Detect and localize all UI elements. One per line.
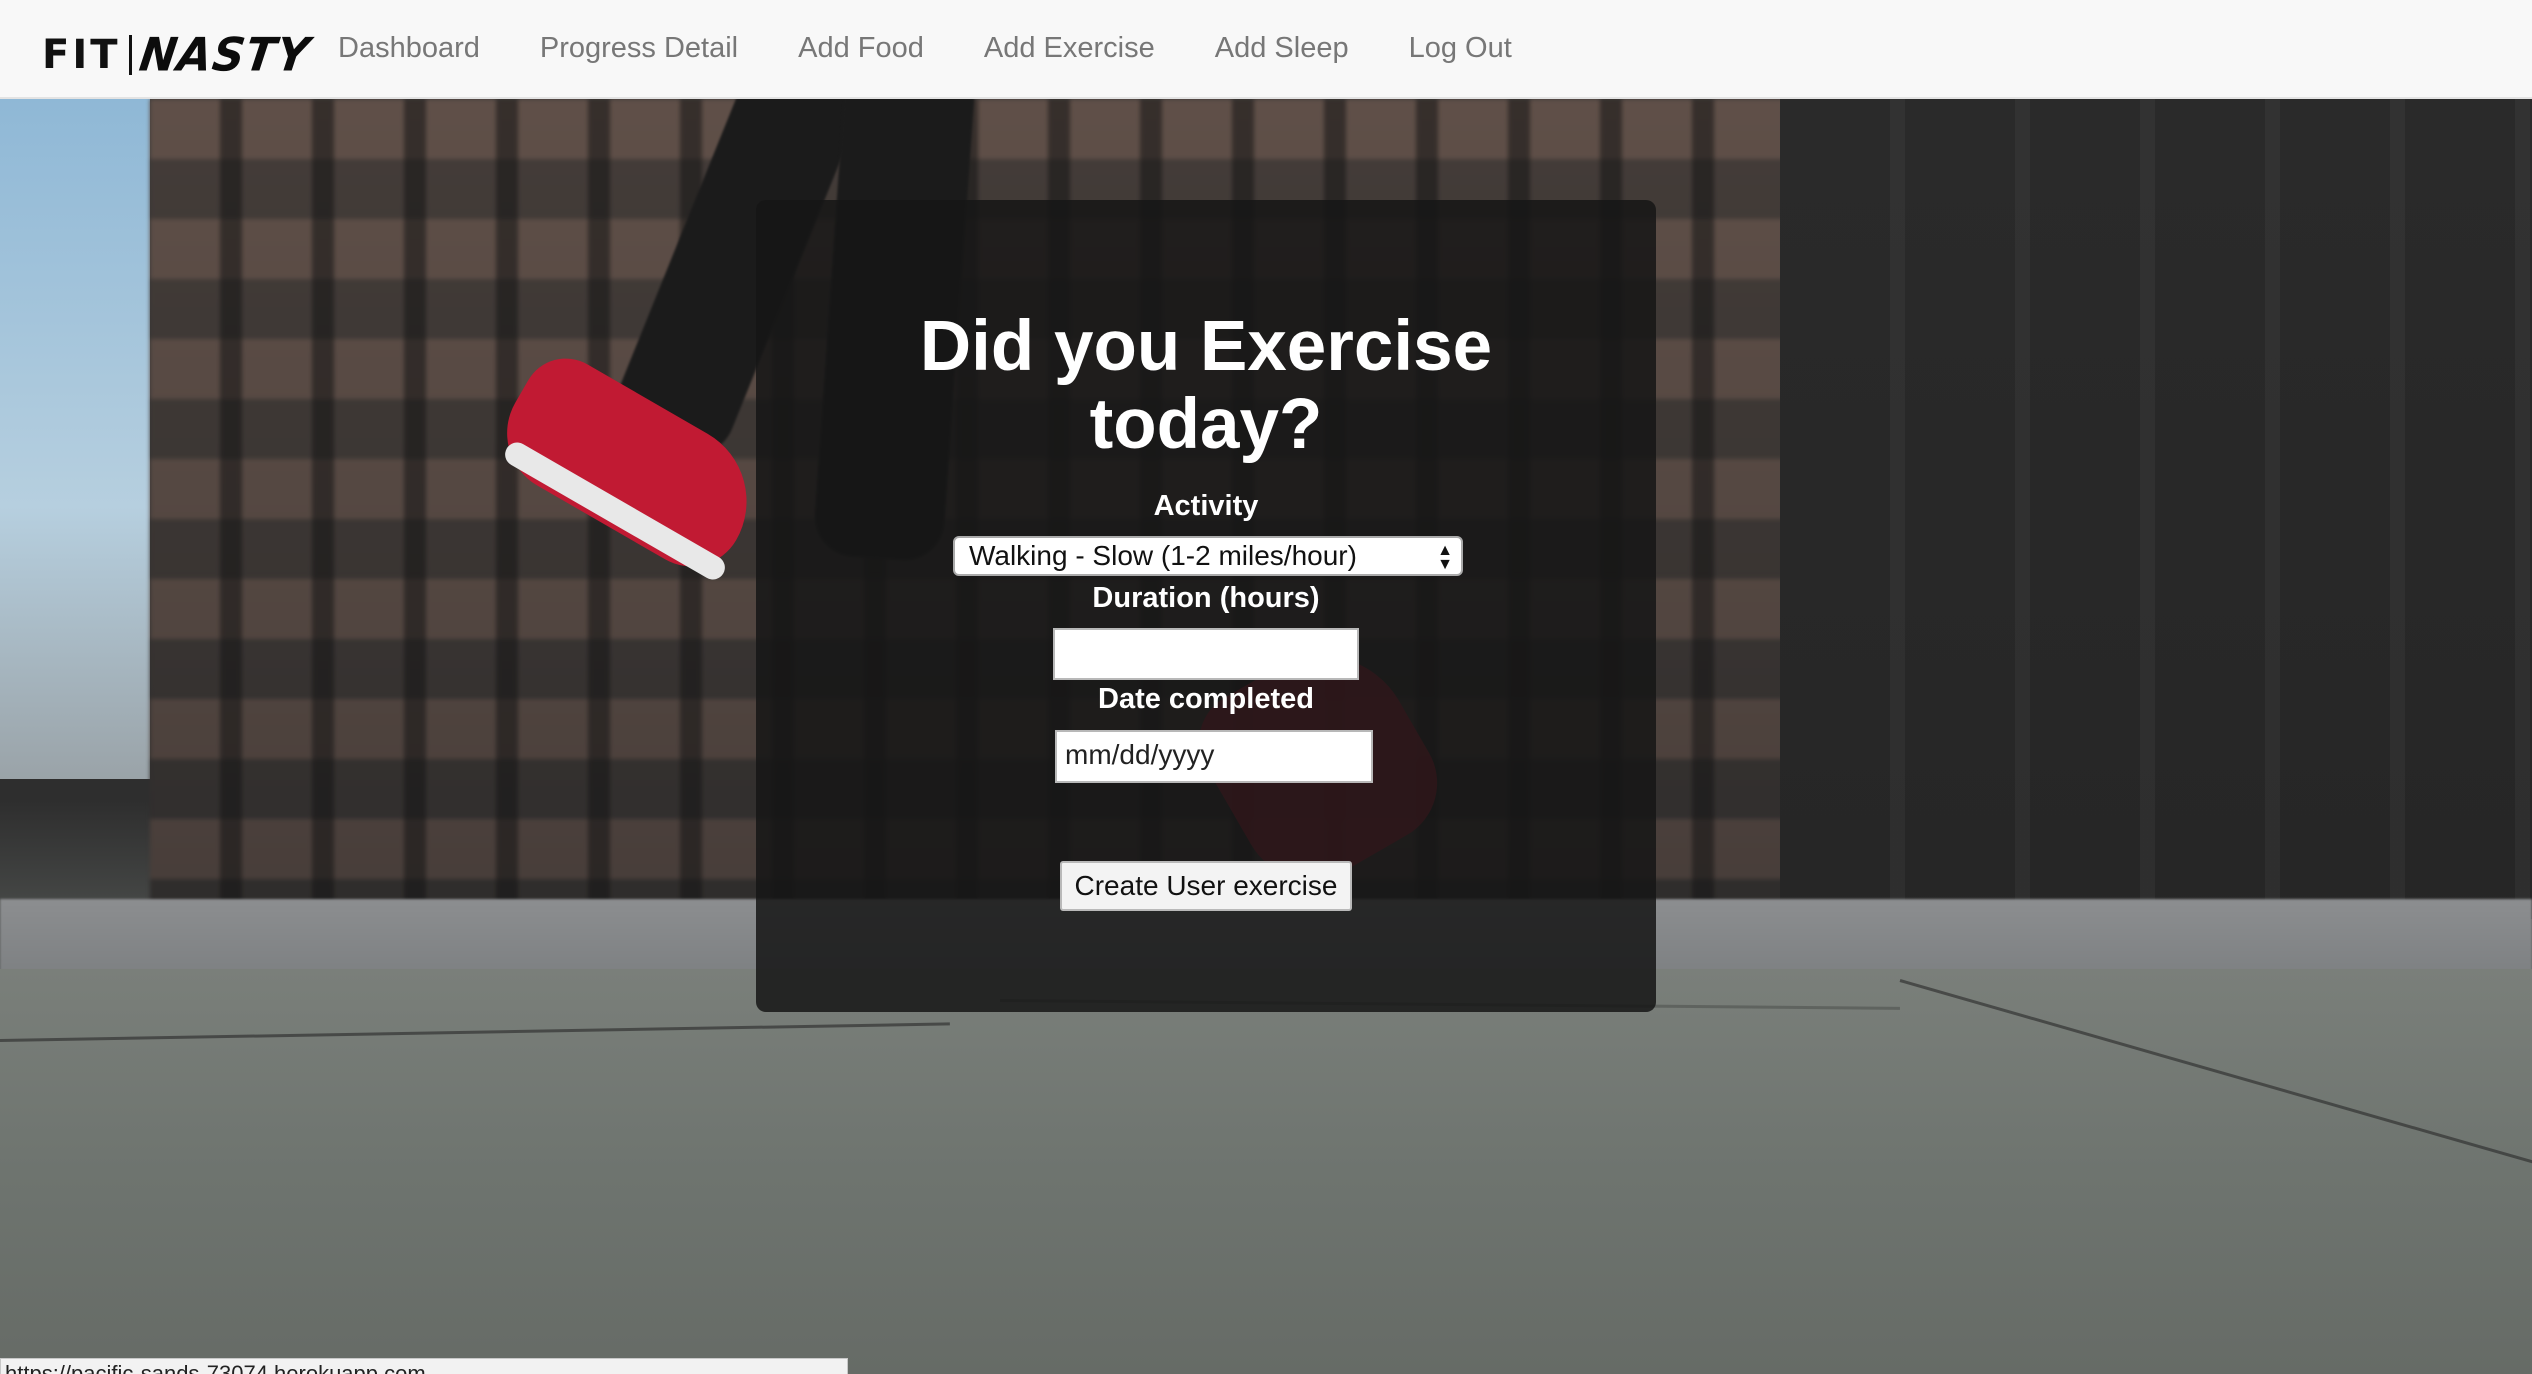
- brand-logo[interactable]: FIT NASTY: [42, 28, 313, 82]
- background-building-right: [1780, 99, 2532, 919]
- background-floor: [0, 969, 2532, 1374]
- page-title: Did you Exercise today?: [756, 308, 1656, 464]
- nav-links: Dashboard Progress Detail Add Food Add E…: [338, 0, 1572, 97]
- nav-item-dashboard[interactable]: Dashboard: [338, 32, 480, 65]
- page-title-line-2: today?: [1089, 385, 1323, 464]
- nav-item-add-food[interactable]: Add Food: [798, 32, 924, 65]
- select-arrows-icon: ▲ ▼: [1437, 542, 1453, 573]
- status-bar-url: https://pacific-sands-73074.herokuapp.co…: [0, 1358, 848, 1374]
- top-navbar: FIT NASTY Dashboard Progress Detail Add …: [0, 0, 2532, 99]
- brand-logo-nasty: NASTY: [135, 28, 313, 82]
- activity-select[interactable]: Walking - Slow (1-2 miles/hour) ▲ ▼: [953, 536, 1463, 576]
- background-sky: [0, 99, 150, 779]
- date-label: Date completed: [1098, 683, 1314, 715]
- nav-item-add-sleep[interactable]: Add Sleep: [1215, 32, 1349, 65]
- duration-label: Duration (hours): [1092, 582, 1320, 614]
- create-user-exercise-button[interactable]: Create User exercise: [1060, 861, 1352, 911]
- brand-logo-fit: FIT: [42, 32, 121, 78]
- duration-input[interactable]: [1053, 628, 1359, 680]
- date-input[interactable]: mm/dd/yyyy: [1055, 730, 1373, 783]
- activity-select-value: Walking - Slow (1-2 miles/hour): [969, 540, 1357, 571]
- exercise-form-panel: Did you Exercise today? Activity Walking…: [756, 200, 1656, 1012]
- nav-item-add-exercise[interactable]: Add Exercise: [984, 32, 1155, 65]
- nav-item-progress-detail[interactable]: Progress Detail: [540, 32, 738, 65]
- activity-label: Activity: [1153, 490, 1259, 522]
- nav-item-log-out[interactable]: Log Out: [1409, 32, 1512, 65]
- brand-divider: [128, 35, 132, 75]
- page-title-line-1: Did you Exercise: [919, 307, 1493, 386]
